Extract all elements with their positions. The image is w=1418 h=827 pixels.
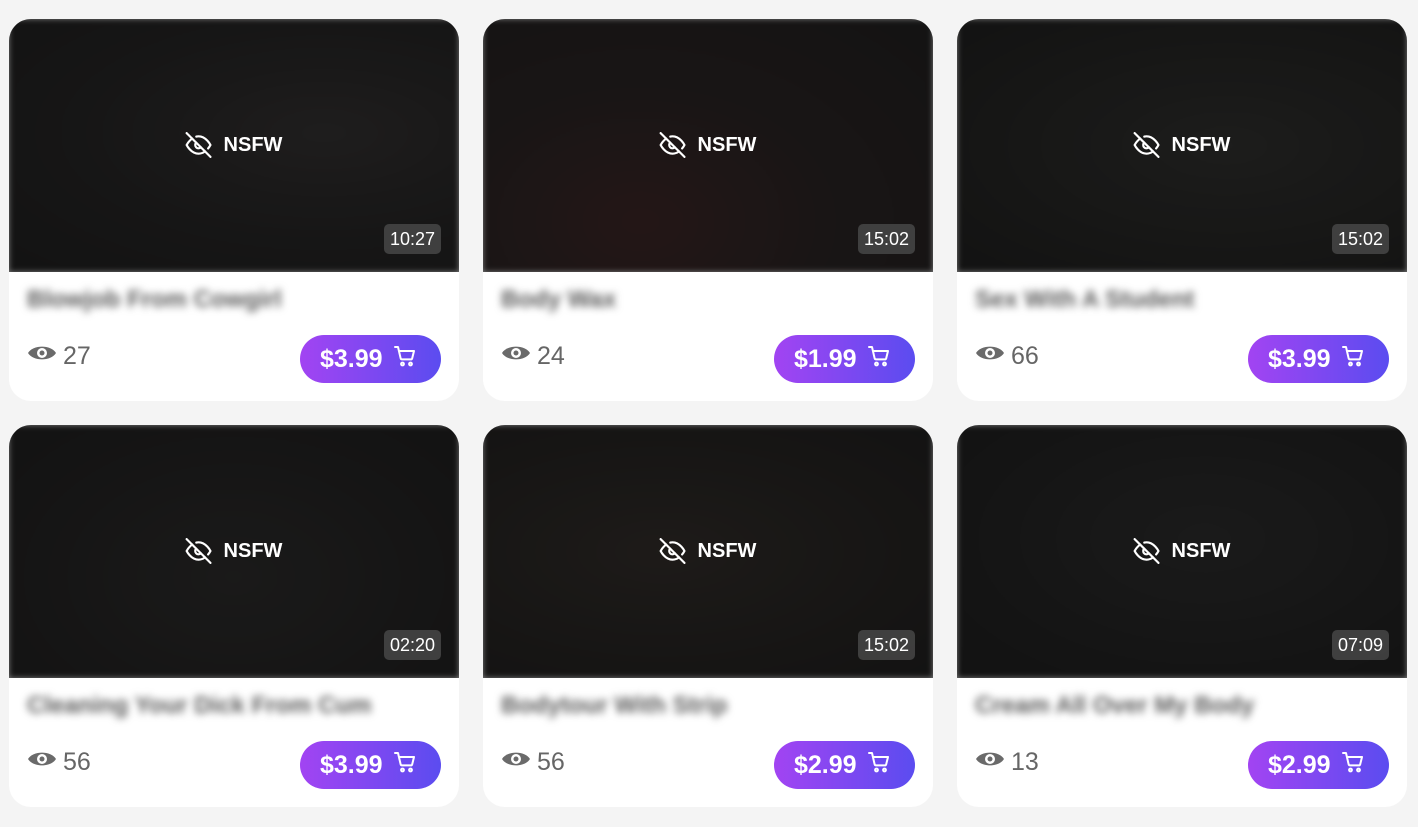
- buy-button[interactable]: $2.99: [1248, 741, 1389, 789]
- buy-button[interactable]: $3.99: [1248, 335, 1389, 383]
- video-card[interactable]: NSFW 15:02 Sex With A Student 66 $3.99: [957, 19, 1407, 401]
- video-title[interactable]: Cleaning Your Dick From Cum: [27, 692, 372, 720]
- eye-icon: [501, 748, 531, 777]
- nsfw-label: NSFW: [185, 132, 283, 158]
- view-count: 56: [501, 748, 565, 777]
- view-count-value: 13: [1011, 748, 1039, 776]
- cart-icon: [867, 344, 891, 375]
- video-thumbnail[interactable]: NSFW 02:20: [9, 425, 459, 678]
- nsfw-label: NSFW: [1133, 538, 1231, 564]
- eye-icon: [975, 748, 1005, 777]
- buy-button[interactable]: $3.99: [300, 741, 441, 789]
- view-count: 56: [27, 748, 91, 777]
- cart-icon: [393, 344, 417, 375]
- video-title[interactable]: Sex With A Student: [975, 286, 1194, 314]
- cart-icon: [393, 750, 417, 781]
- view-count-value: 56: [537, 748, 565, 776]
- eye-icon: [975, 342, 1005, 371]
- price-label: $2.99: [794, 750, 857, 779]
- price-label: $1.99: [794, 344, 857, 373]
- nsfw-text: NSFW: [1171, 539, 1231, 562]
- buy-button[interactable]: $2.99: [774, 741, 915, 789]
- cart-icon: [1341, 750, 1365, 781]
- video-card[interactable]: NSFW 15:02 Bodytour With Strip 56 $2.99: [483, 425, 933, 807]
- video-title[interactable]: Blowjob From Cowgirl: [27, 286, 282, 314]
- price-label: $3.99: [1268, 344, 1331, 373]
- eye-icon: [27, 342, 57, 371]
- video-thumbnail[interactable]: NSFW 10:27: [9, 19, 459, 272]
- video-grid: NSFW 10:27 Blowjob From Cowgirl 27 $3.99: [9, 19, 1407, 807]
- price-label: $2.99: [1268, 750, 1331, 779]
- eye-off-icon: [1133, 538, 1160, 564]
- nsfw-label: NSFW: [1133, 132, 1231, 158]
- nsfw-label: NSFW: [659, 132, 757, 158]
- video-thumbnail[interactable]: NSFW 15:02: [957, 19, 1407, 272]
- buy-button[interactable]: $1.99: [774, 335, 915, 383]
- eye-off-icon: [185, 132, 212, 158]
- view-count: 27: [27, 342, 91, 371]
- view-count-value: 27: [63, 342, 91, 370]
- eye-off-icon: [185, 538, 212, 564]
- view-count-value: 24: [537, 342, 565, 370]
- eye-off-icon: [659, 538, 686, 564]
- duration-badge: 15:02: [1331, 224, 1389, 254]
- view-count: 66: [975, 342, 1039, 371]
- price-label: $3.99: [320, 344, 383, 373]
- nsfw-label: NSFW: [659, 538, 757, 564]
- video-card[interactable]: NSFW 02:20 Cleaning Your Dick From Cum 5…: [9, 425, 459, 807]
- duration-badge: 10:27: [383, 224, 441, 254]
- buy-button[interactable]: $3.99: [300, 335, 441, 383]
- nsfw-text: NSFW: [223, 539, 283, 562]
- duration-badge: 02:20: [383, 630, 441, 660]
- view-count-value: 56: [63, 748, 91, 776]
- nsfw-label: NSFW: [185, 538, 283, 564]
- view-count-value: 66: [1011, 342, 1039, 370]
- eye-icon: [501, 342, 531, 371]
- video-card[interactable]: NSFW 15:02 Body Wax 24 $1.99: [483, 19, 933, 401]
- duration-badge: 07:09: [1331, 630, 1389, 660]
- nsfw-text: NSFW: [697, 133, 757, 156]
- eye-off-icon: [659, 132, 686, 158]
- view-count: 24: [501, 342, 565, 371]
- eye-off-icon: [1133, 132, 1160, 158]
- video-card[interactable]: NSFW 07:09 Cream All Over My Body 13 $2.…: [957, 425, 1407, 807]
- video-title[interactable]: Cream All Over My Body: [975, 692, 1254, 720]
- duration-badge: 15:02: [857, 630, 915, 660]
- eye-icon: [27, 748, 57, 777]
- video-thumbnail[interactable]: NSFW 15:02: [483, 425, 933, 678]
- nsfw-text: NSFW: [1171, 133, 1231, 156]
- video-thumbnail[interactable]: NSFW 07:09: [957, 425, 1407, 678]
- nsfw-text: NSFW: [697, 539, 757, 562]
- cart-icon: [1341, 344, 1365, 375]
- nsfw-text: NSFW: [223, 133, 283, 156]
- view-count: 13: [975, 748, 1039, 777]
- video-card[interactable]: NSFW 10:27 Blowjob From Cowgirl 27 $3.99: [9, 19, 459, 401]
- video-thumbnail[interactable]: NSFW 15:02: [483, 19, 933, 272]
- video-title[interactable]: Bodytour With Strip: [501, 692, 727, 720]
- duration-badge: 15:02: [857, 224, 915, 254]
- video-title[interactable]: Body Wax: [501, 286, 616, 314]
- price-label: $3.99: [320, 750, 383, 779]
- cart-icon: [867, 750, 891, 781]
